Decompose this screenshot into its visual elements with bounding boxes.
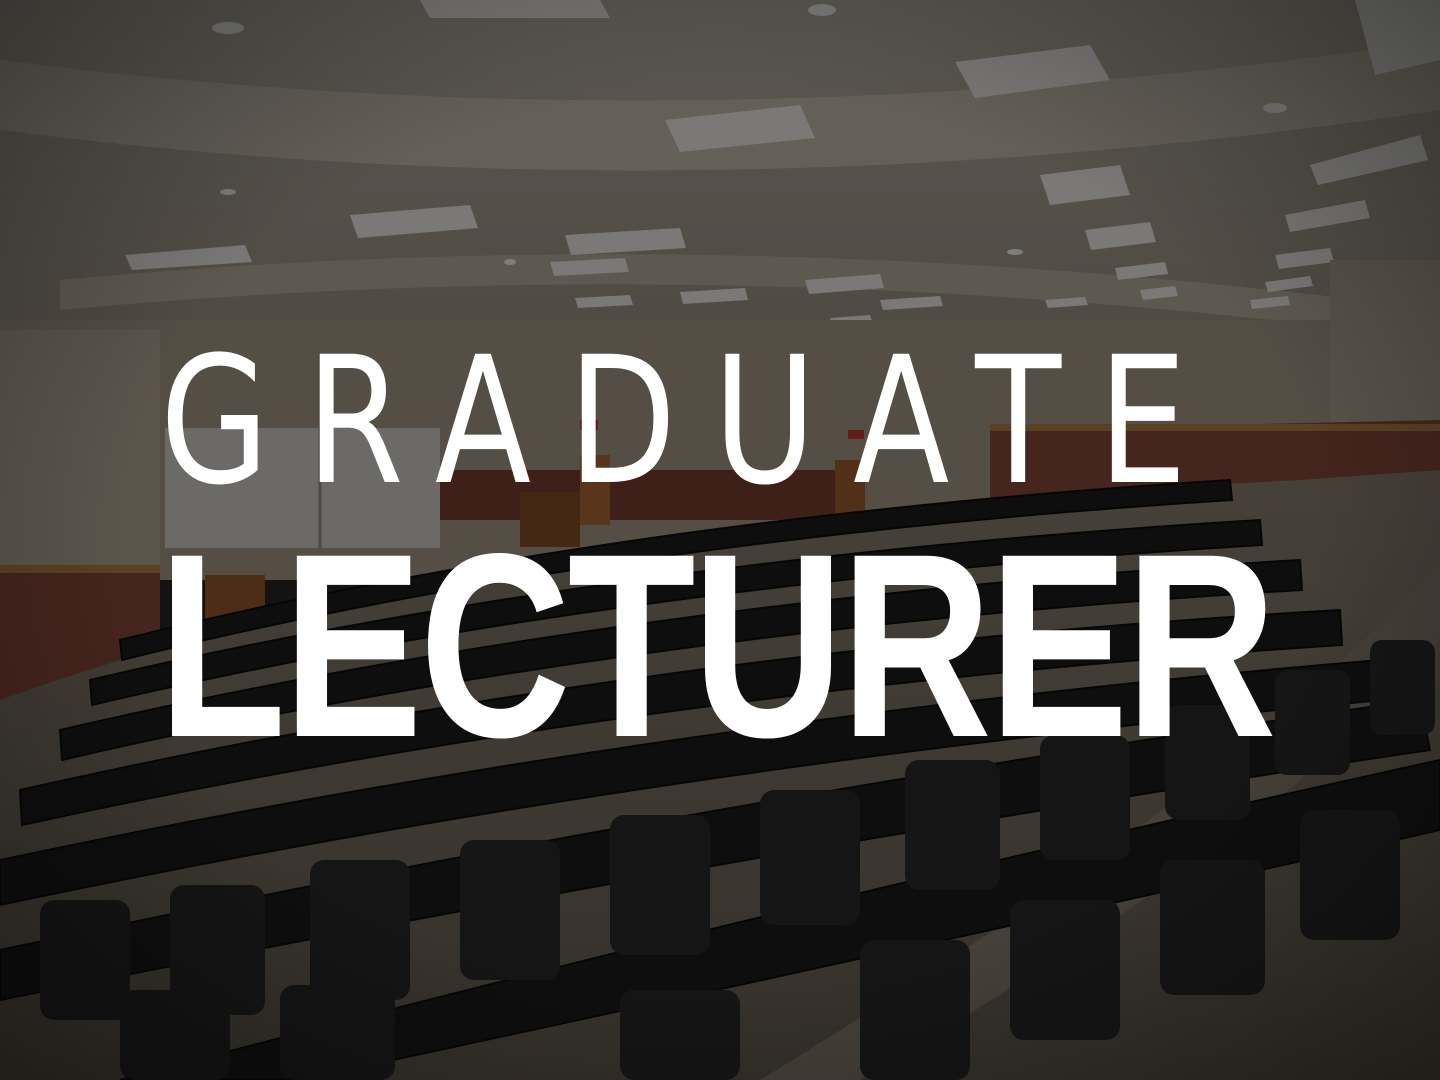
lecture-hall-photo [0,0,1440,1080]
vignette [0,0,1440,1080]
lecture-hall-background [0,0,1440,1080]
